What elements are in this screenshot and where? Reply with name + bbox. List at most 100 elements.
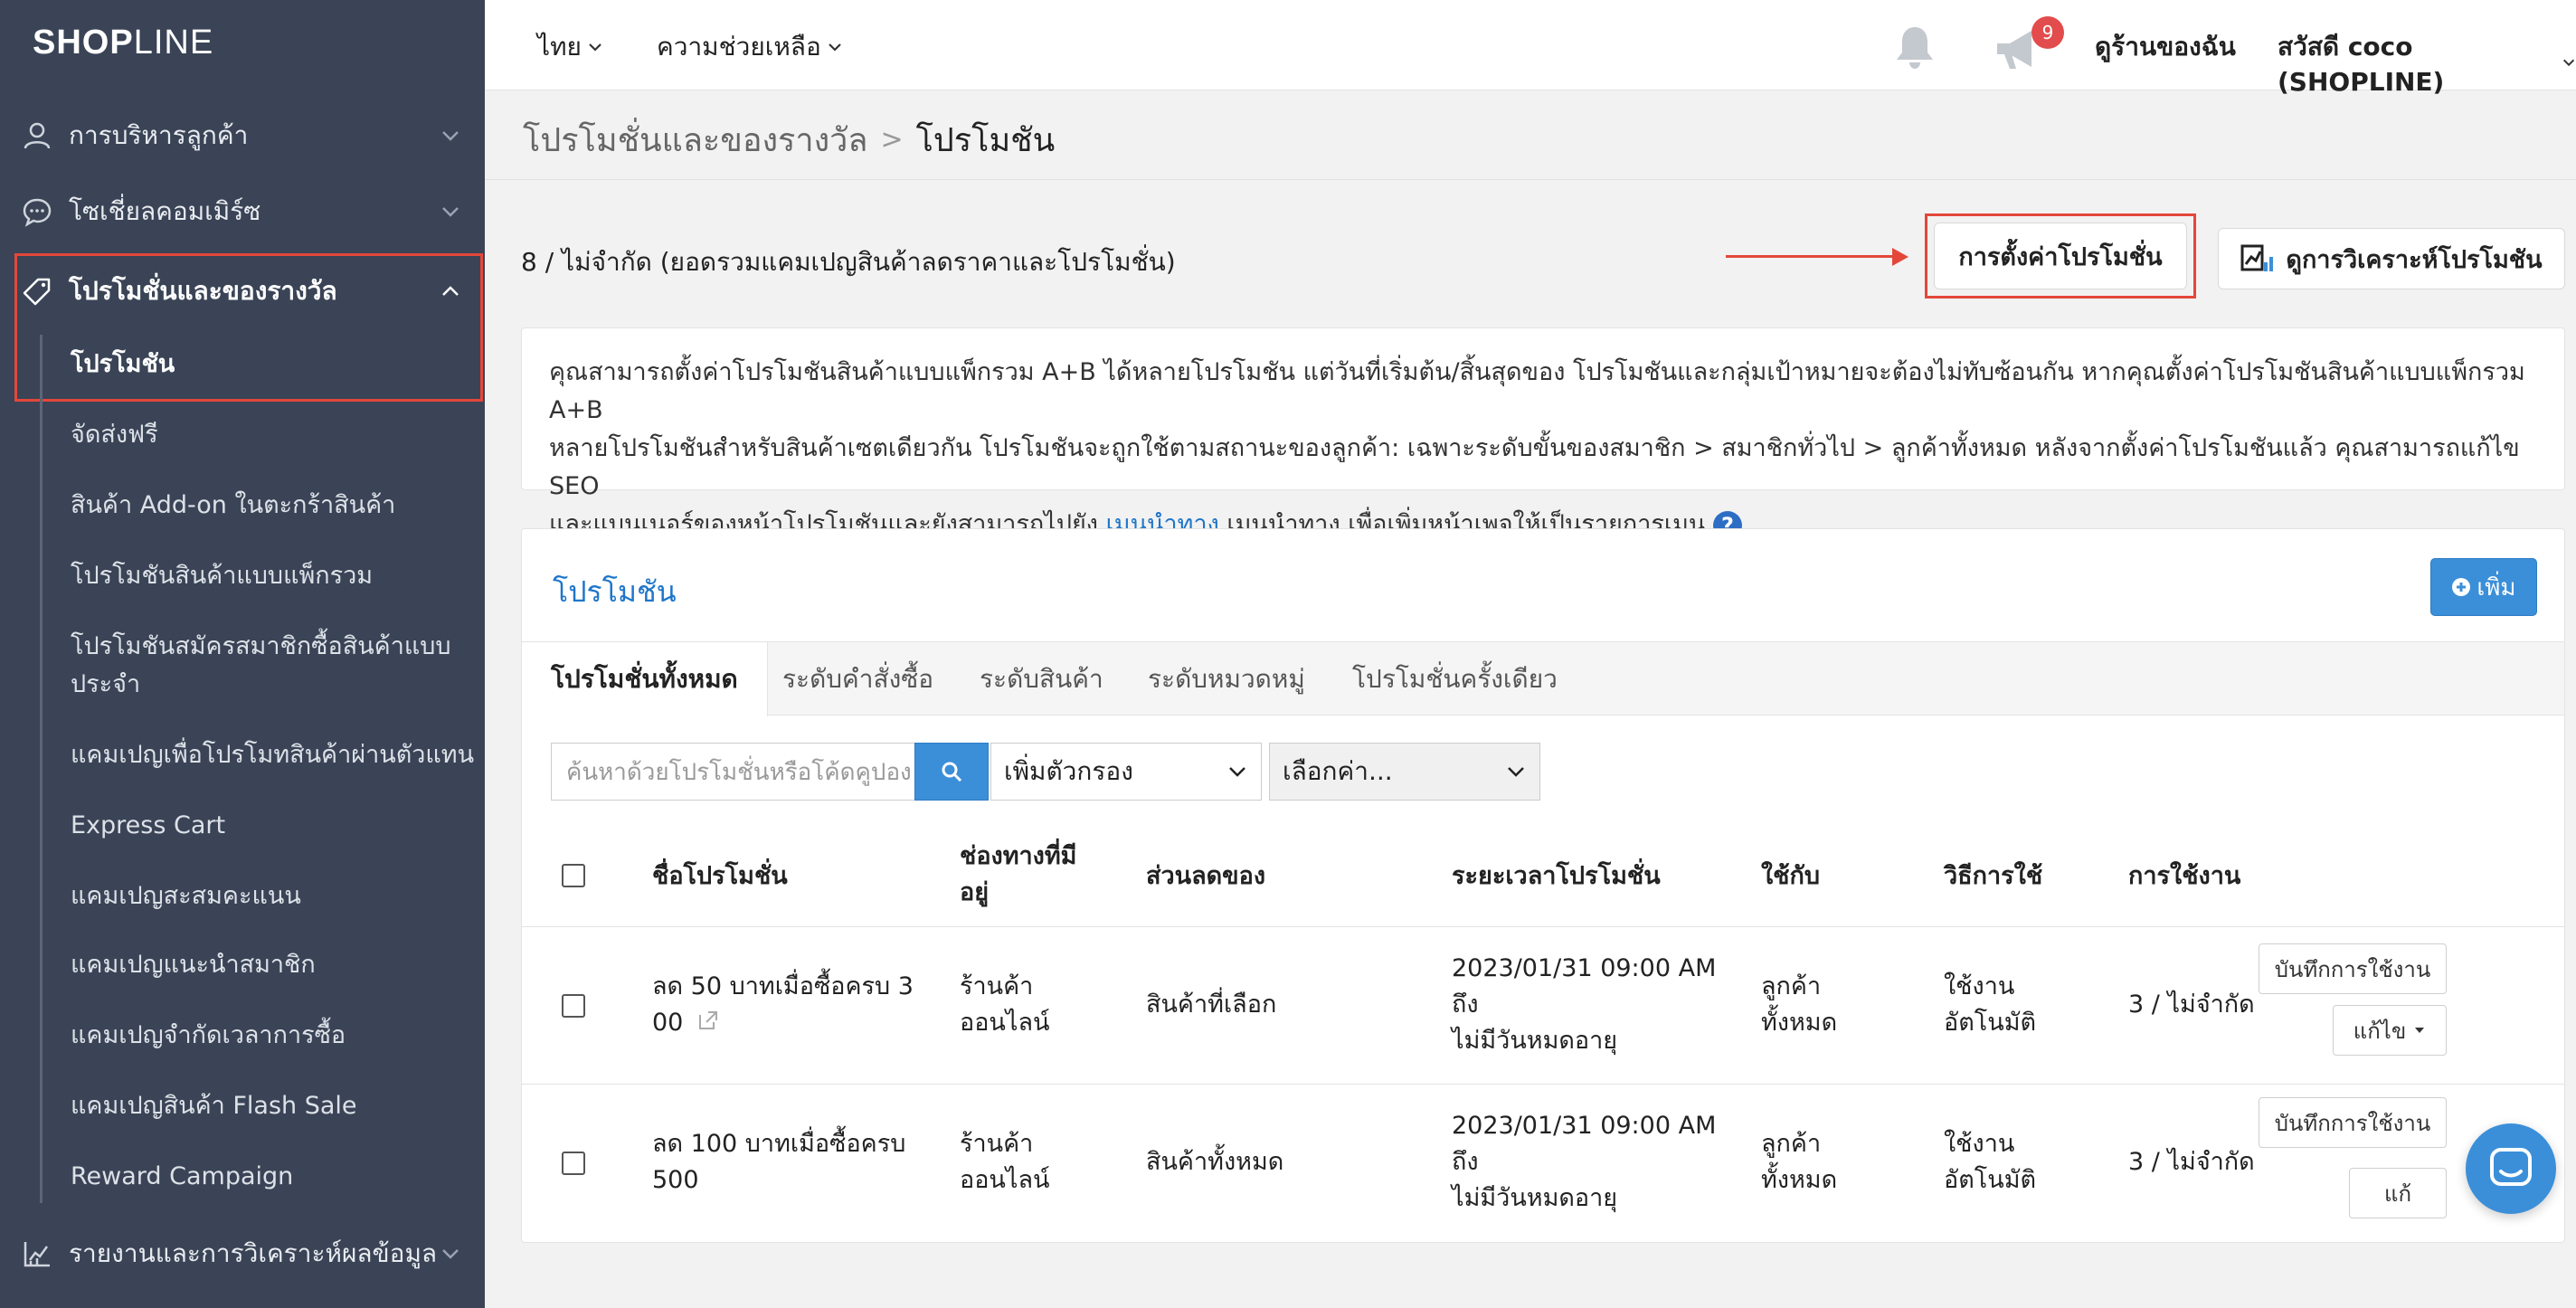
nav-group-social-commerce[interactable]: โซเชี่ยลคอมเมิร์ซ (0, 174, 485, 250)
discount-cell: สินค้าทั้งหมด (1146, 1148, 1284, 1176)
row-checkbox[interactable] (562, 994, 585, 1018)
column-header-applies: ใช้กับ (1761, 862, 1820, 890)
external-link-icon[interactable] (696, 1009, 720, 1032)
help-dropdown[interactable]: ความช่วยเหลือ (657, 27, 843, 67)
applies-line: ทั้งหมด (1761, 1166, 1838, 1194)
usage-cell: 3 / ไม่จำกัด (2128, 1148, 2255, 1176)
sidebar-item-subscription[interactable]: โปรโมชันสมัครสมาชิกซื้อสินค้าแบบประจำ (71, 628, 478, 704)
channel-line: ร้านค้า (960, 1130, 1034, 1158)
tab-one-time[interactable]: โปรโมชั่นครั้งเดียว (1352, 642, 1558, 716)
promotion-name-line: 00 (652, 1005, 914, 1041)
promotions-panel: โปรโมชัน เพิ่ม โปรโมชั่นทั้งหมด ระดับคำส… (521, 528, 2565, 1243)
sidebar-item-reward-campaign[interactable]: Reward Campaign (71, 1158, 478, 1196)
caret-down-icon (2415, 1028, 2425, 1033)
chat-bubble-icon (2490, 1148, 2532, 1186)
table-header: ชื่อโปรโมชั่น ช่องทางที่มี อยู่ ส่วนลดขอ… (522, 826, 2564, 927)
period-cell: 2023/01/31 09:00 AM ถึง ไม่มีวันหมดอายุ (1452, 1108, 1716, 1217)
view-store-link[interactable]: ดูร้านของฉัน (2095, 27, 2236, 67)
nav-group-promotions[interactable]: โปรโมชั่นและของรางวัล (0, 253, 485, 329)
chat-icon (20, 194, 54, 229)
channel-cell: ร้านค้า ออนไลน์ (960, 1126, 1049, 1199)
edit-dropdown-button[interactable]: แก้ไข (2333, 1005, 2447, 1056)
period-line: ไม่มีวันหมดอายุ (1452, 1027, 1618, 1055)
tab-category-level[interactable]: ระดับหมวดหมู่ (1148, 642, 1305, 716)
usage-record-button[interactable]: บันทึกการใช้งาน (2259, 943, 2447, 994)
nav-group-label: โปรโมชั่นและของรางวัล (69, 276, 337, 306)
method-line: อัตโนมัติ (1944, 1009, 2037, 1037)
chevron-down-icon (1229, 767, 1245, 777)
channel-line: ออนไลน์ (960, 1166, 1050, 1194)
edit-dropdown-button[interactable]: แก้ (2349, 1168, 2447, 1218)
add-promotion-button[interactable]: เพิ่ม (2430, 558, 2537, 616)
tag-icon (20, 274, 54, 308)
search-button[interactable] (914, 743, 989, 801)
tab-all-promotions[interactable]: โปรโมชั่นทั้งหมด (522, 642, 768, 716)
period-line: 2023/01/31 09:00 AM (1452, 954, 1717, 982)
info-line-2: หลายโปรโมชันสำหรับสินค้าเซตเดียวกัน โปรโ… (549, 434, 2520, 500)
method-line: ใช้งาน (1944, 972, 2015, 1000)
column-header-method: วิธีการใช้ (1944, 862, 2043, 890)
add-button-label: เพิ่ม (2477, 573, 2516, 602)
sidebar-item-addon[interactable]: สินค้า Add-on ในตะกร้าสินค้า (71, 487, 478, 525)
sidebar-item-points[interactable]: แคมเปญสะสมคะแนน (71, 877, 478, 915)
channel-line: ร้านค้า (960, 972, 1034, 1000)
breadcrumb-separator: > (880, 124, 904, 156)
language-label: ไทย (537, 32, 582, 62)
submenu-guide-line (40, 335, 43, 1203)
select-all-checkbox[interactable] (562, 864, 585, 887)
analytics-icon (20, 1237, 54, 1271)
sidebar-item-free-shipping[interactable]: จัดส่งฟรี (71, 416, 478, 454)
search-input[interactable]: ค้นหาด้วยโปรโมชั่นหรือโค้ดคูปอง (551, 743, 916, 801)
user-menu-dropdown[interactable]: สวัสดี coco (SHOPLINE) (2278, 27, 2576, 97)
bell-icon[interactable] (1892, 24, 1937, 71)
user-icon (20, 118, 54, 153)
view-analysis-label: ดูการวิเคราะห์โปรโมชัน (2286, 245, 2543, 274)
chevron-down-icon (829, 43, 841, 52)
promotion-tabs: โปรโมชั่นทั้งหมด ระดับคำสั่งซื้อ ระดับสิ… (522, 641, 2564, 716)
annotation-arrow-head (1892, 248, 1908, 266)
help-label: ความช่วยเหลือ (657, 32, 821, 62)
info-line-1: คุณสามารถตั้งค่าโปรโมชันสินค้าแบบแพ็กรวม… (549, 358, 2525, 424)
sidebar-item-bundle[interactable]: โปรโมชันสินค้าแบบแพ็กรวม (71, 557, 478, 595)
tab-product-level[interactable]: ระดับสินค้า (980, 642, 1103, 716)
nav-group-label: รายงานและการวิเคราะห์ผลข้อมูล (69, 1238, 438, 1268)
nav-group-customers[interactable]: การบริหารลูกค้า (0, 98, 485, 174)
method-line: อัตโนมัติ (1944, 1166, 2037, 1194)
sidebar-item-referral[interactable]: แคมเปญแนะนำสมาชิก (71, 946, 478, 984)
row-checkbox[interactable] (562, 1152, 585, 1175)
promotion-name[interactable]: ลด 100 บาทเมื่อซื้อครบ 500 (652, 1126, 905, 1199)
view-analysis-button[interactable]: ดูการวิเคราะห์โปรโมชัน (2218, 228, 2565, 289)
sidebar-item-express-cart[interactable]: Express Cart (71, 807, 478, 845)
edit-label: แก้ (2384, 1180, 2411, 1207)
nav-group-reports[interactable]: รายงานและการวิเคราะห์ผลข้อมูล (0, 1216, 485, 1292)
sidebar-item-affiliate[interactable]: แคมเปญเพื่อโปรโมทสินค้าผ่านตัวแทน (71, 736, 478, 774)
logo-text-bold: SHOP (33, 24, 134, 62)
plus-circle-icon (2452, 578, 2471, 596)
chevron-down-icon (589, 43, 601, 52)
table-row: ลด 100 บาทเมื่อซื้อครบ 500 ร้านค้า ออนไล… (522, 1085, 2564, 1242)
add-filter-select[interactable]: เพิ่มตัวกรอง (990, 743, 1262, 801)
live-chat-button[interactable] (2466, 1123, 2556, 1214)
breadcrumb-parent[interactable]: โปรโมชั่นและของรางวัล (523, 114, 867, 166)
usage-record-button[interactable]: บันทึกการใช้งาน (2259, 1097, 2447, 1148)
nav-group-label: การบริหารลูกค้า (69, 120, 249, 150)
info-notice: คุณสามารถตั้งค่าโปรโมชันสินค้าแบบแพ็กรวม… (521, 327, 2565, 540)
sidebar-item-limited-time[interactable]: แคมเปญจำกัดเวลาการซื้อ (71, 1017, 478, 1055)
promotion-name-line: 500 (652, 1166, 699, 1194)
breadcrumb: โปรโมชั่นและของรางวัล > โปรโมชัน (523, 114, 1055, 166)
promotion-name-line: ลด 100 บาทเมื่อซื้อครบ (652, 1130, 906, 1158)
value-select[interactable]: เลือกค่า... (1269, 743, 1540, 801)
language-dropdown[interactable]: ไทย (537, 27, 603, 67)
tab-order-level[interactable]: ระดับคำสั่งซื้อ (782, 642, 933, 716)
sidebar-item-flash-sale[interactable]: แคมเปญสินค้า Flash Sale (71, 1087, 478, 1125)
logo-text-thin: LINE (133, 24, 214, 62)
promotion-settings-button[interactable]: การตั้งค่าโปรโมชั่น (1934, 223, 2187, 289)
chevron-up-icon (442, 286, 459, 296)
applies-line: ลูกค้า (1761, 972, 1822, 1000)
sidebar-item-promotions[interactable]: โปรโมชัน (71, 346, 478, 384)
chevron-down-icon (2562, 59, 2575, 66)
promotion-name[interactable]: ลด 50 บาทเมื่อซื้อครบ 3 00 (652, 969, 914, 1041)
method-cell: ใช้งาน อัตโนมัติ (1944, 969, 2036, 1041)
shopline-logo[interactable]: SHOPLINE (33, 24, 213, 62)
promotion-name-line: ลด 50 บาทเมื่อซื้อครบ 3 (652, 972, 914, 1000)
